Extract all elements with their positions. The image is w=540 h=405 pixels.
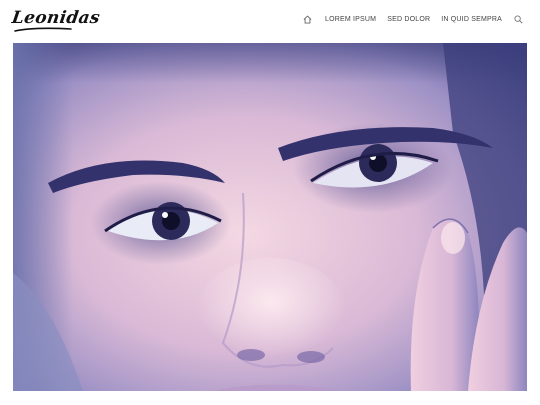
nav-item-lorem-ipsum[interactable]: LOREM IPSUM: [325, 16, 376, 23]
hero-image: [13, 43, 527, 391]
main-nav: LOREM IPSUM SED DOLOR IN QUID SEMPRA: [303, 15, 523, 24]
nav-item-in-quid-sempra[interactable]: IN QUID SEMPRA: [441, 16, 502, 23]
nav-item-sed-dolor[interactable]: SED DOLOR: [387, 16, 430, 23]
home-icon[interactable]: [303, 15, 312, 24]
portrait-photo: [13, 43, 527, 391]
site-logo[interactable]: Leonidas: [11, 8, 102, 28]
logo-underline: [14, 27, 72, 32]
search-icon[interactable]: [514, 15, 523, 24]
site-header: Leonidas LOREM IPSUM SED DOLOR IN QUID S…: [0, 0, 540, 42]
